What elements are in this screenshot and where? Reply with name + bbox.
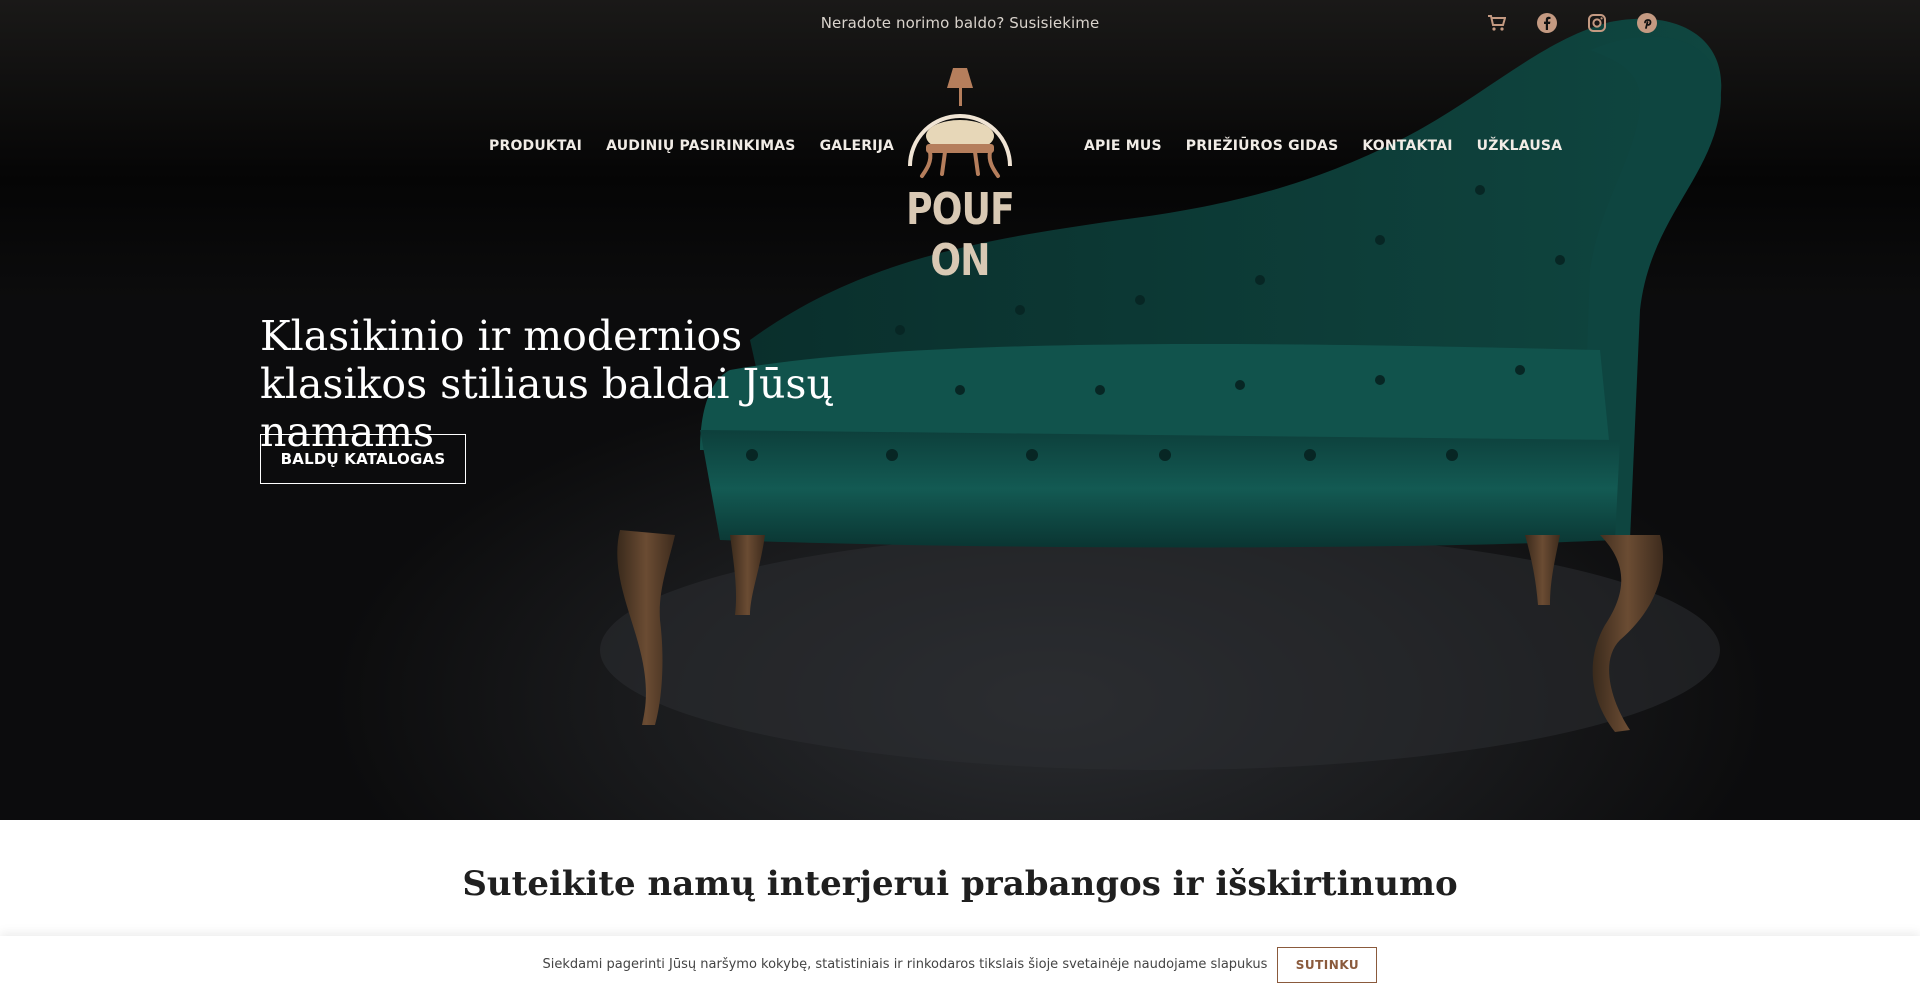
main-nav-right: APIE MUS PRIEŽIŪROS GIDAS KONTAKTAI UŽKL… [1084, 138, 1562, 154]
nav-item-uzklausa[interactable]: UŽKLAUSA [1477, 138, 1563, 154]
facebook-icon[interactable] [1534, 10, 1560, 36]
instagram-icon[interactable] [1584, 10, 1610, 36]
nav-item-audiniu-pasirinkimas[interactable]: AUDINIŲ PASIRINKIMAS [606, 138, 796, 154]
nav-item-prieziuros-gidas[interactable]: PRIEŽIŪROS GIDAS [1186, 138, 1339, 154]
catalog-button[interactable]: BALDŲ KATALOGAS [260, 434, 466, 484]
nav-item-produktai[interactable]: PRODUKTAI [489, 138, 582, 154]
nav-item-kontaktai[interactable]: KONTAKTAI [1362, 138, 1452, 154]
section-title: Suteikite namų interjerui prabangos ir i… [462, 864, 1458, 904]
pinterest-icon[interactable] [1634, 10, 1660, 36]
main-nav-left: PRODUKTAI AUDINIŲ PASIRINKIMAS GALERIJA [489, 138, 894, 154]
nav-item-galerija[interactable]: GALERIJA [820, 138, 894, 154]
cookie-accept-button[interactable]: SUTINKU [1277, 946, 1378, 983]
brand-logo[interactable]: POUF ON [890, 66, 1030, 286]
hero-section: Neradote norimo baldo? Susisiekime PRODU… [0, 0, 1920, 820]
cart-icon[interactable] [1484, 10, 1510, 36]
nav-item-apie-mus[interactable]: APIE MUS [1084, 138, 1162, 154]
cookie-consent-bar: Siekdami pagerinti Jūsų naršymo kokybę, … [0, 936, 1920, 993]
social-links [1484, 10, 1660, 36]
lamp-pouf-logo-icon [908, 68, 1012, 178]
logo-text: POUF ON [906, 184, 1015, 286]
cookie-text: Siekdami pagerinti Jūsų naršymo kokybę, … [542, 957, 1268, 972]
